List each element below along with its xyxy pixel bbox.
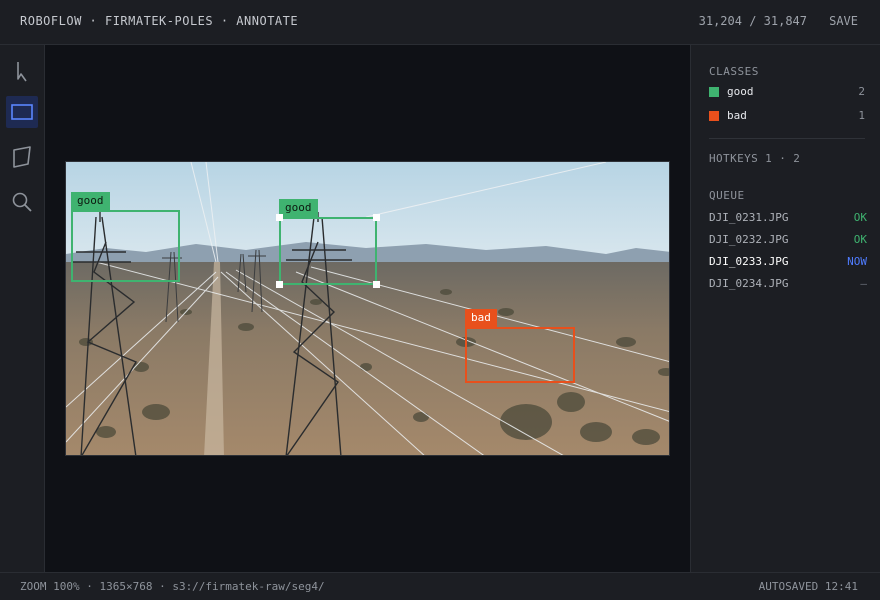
polygon-icon: [13, 146, 31, 168]
polygon-tool-button[interactable]: [6, 141, 38, 173]
classes-heading: CLASSES: [709, 65, 759, 78]
queue-heading: QUEUE: [709, 189, 745, 202]
queue-status: —: [860, 277, 867, 290]
bounding-box-icon: [11, 104, 33, 120]
class-color-swatch: [709, 111, 719, 121]
queue-filename: DJI_0231.JPG: [709, 211, 789, 224]
class-color-swatch: [709, 87, 719, 97]
annotation-label-good-1: good: [71, 192, 110, 210]
pointer-icon: [17, 62, 27, 82]
zoom-tool-button[interactable]: [6, 186, 38, 218]
search-icon: [12, 192, 32, 212]
queue-item[interactable]: DJI_0231.JPG OK: [709, 211, 867, 227]
queue-item[interactable]: DJI_0232.JPG OK: [709, 233, 867, 249]
tool-sidebar: [0, 45, 45, 572]
save-button[interactable]: SAVE: [829, 14, 858, 28]
status-bar: ZOOM 100% · 1365×768 · s3://firmatek-raw…: [0, 572, 880, 600]
queue-filename: DJI_0233.JPG: [709, 255, 789, 268]
class-item-good[interactable]: good 2: [709, 84, 865, 102]
class-count: 2: [858, 85, 865, 98]
annotation-box-bad-1[interactable]: [465, 327, 575, 383]
class-item-bad[interactable]: bad 1: [709, 108, 865, 126]
box-tool-button[interactable]: [6, 96, 38, 128]
resize-handle-top-right[interactable]: [373, 214, 380, 221]
right-panel: CLASSES good 2 bad 1 HOTKEYS 1 · 2 QUEUE…: [690, 45, 880, 572]
resize-handle-bottom-left[interactable]: [276, 281, 283, 288]
queue-item-current[interactable]: DJI_0233.JPG NOW: [709, 255, 867, 271]
queue-status: OK: [853, 233, 867, 246]
annotation-box-good-2[interactable]: [279, 217, 377, 285]
pointer-tool-button[interactable]: [6, 55, 38, 87]
panel-divider: [709, 138, 865, 139]
status-info: ZOOM 100% · 1365×768 · s3://firmatek-raw…: [20, 580, 325, 593]
queue-status: NOW: [847, 255, 867, 268]
resize-handle-bottom-right[interactable]: [373, 281, 380, 288]
queue-filename: DJI_0234.JPG: [709, 277, 789, 290]
hotkeys-hint: HOTKEYS 1 · 2: [709, 152, 801, 165]
class-count: 1: [858, 109, 865, 122]
resize-handle-top-left[interactable]: [276, 214, 283, 221]
power-line-photo: [66, 162, 669, 455]
class-name: good: [727, 85, 754, 98]
breadcrumb: ROBOFLOW · FIRMATEK-POLES · ANNOTATE: [20, 14, 299, 28]
annotation-canvas[interactable]: good good bad: [45, 45, 690, 572]
image-counter: 31,204 / 31,847: [698, 14, 807, 28]
queue-status: OK: [853, 211, 867, 224]
queue-item[interactable]: DJI_0234.JPG —: [709, 277, 867, 293]
queue-filename: DJI_0232.JPG: [709, 233, 789, 246]
class-name: bad: [727, 109, 747, 122]
drone-image[interactable]: good good bad: [65, 161, 670, 456]
annotation-label-good-2: good: [279, 199, 318, 217]
annotation-label-bad-1: bad: [465, 309, 497, 327]
autosave-status: AUTOSAVED 12:41: [758, 580, 858, 593]
annotation-box-good-1[interactable]: [71, 210, 180, 282]
top-bar: ROBOFLOW · FIRMATEK-POLES · ANNOTATE 31,…: [0, 0, 880, 45]
